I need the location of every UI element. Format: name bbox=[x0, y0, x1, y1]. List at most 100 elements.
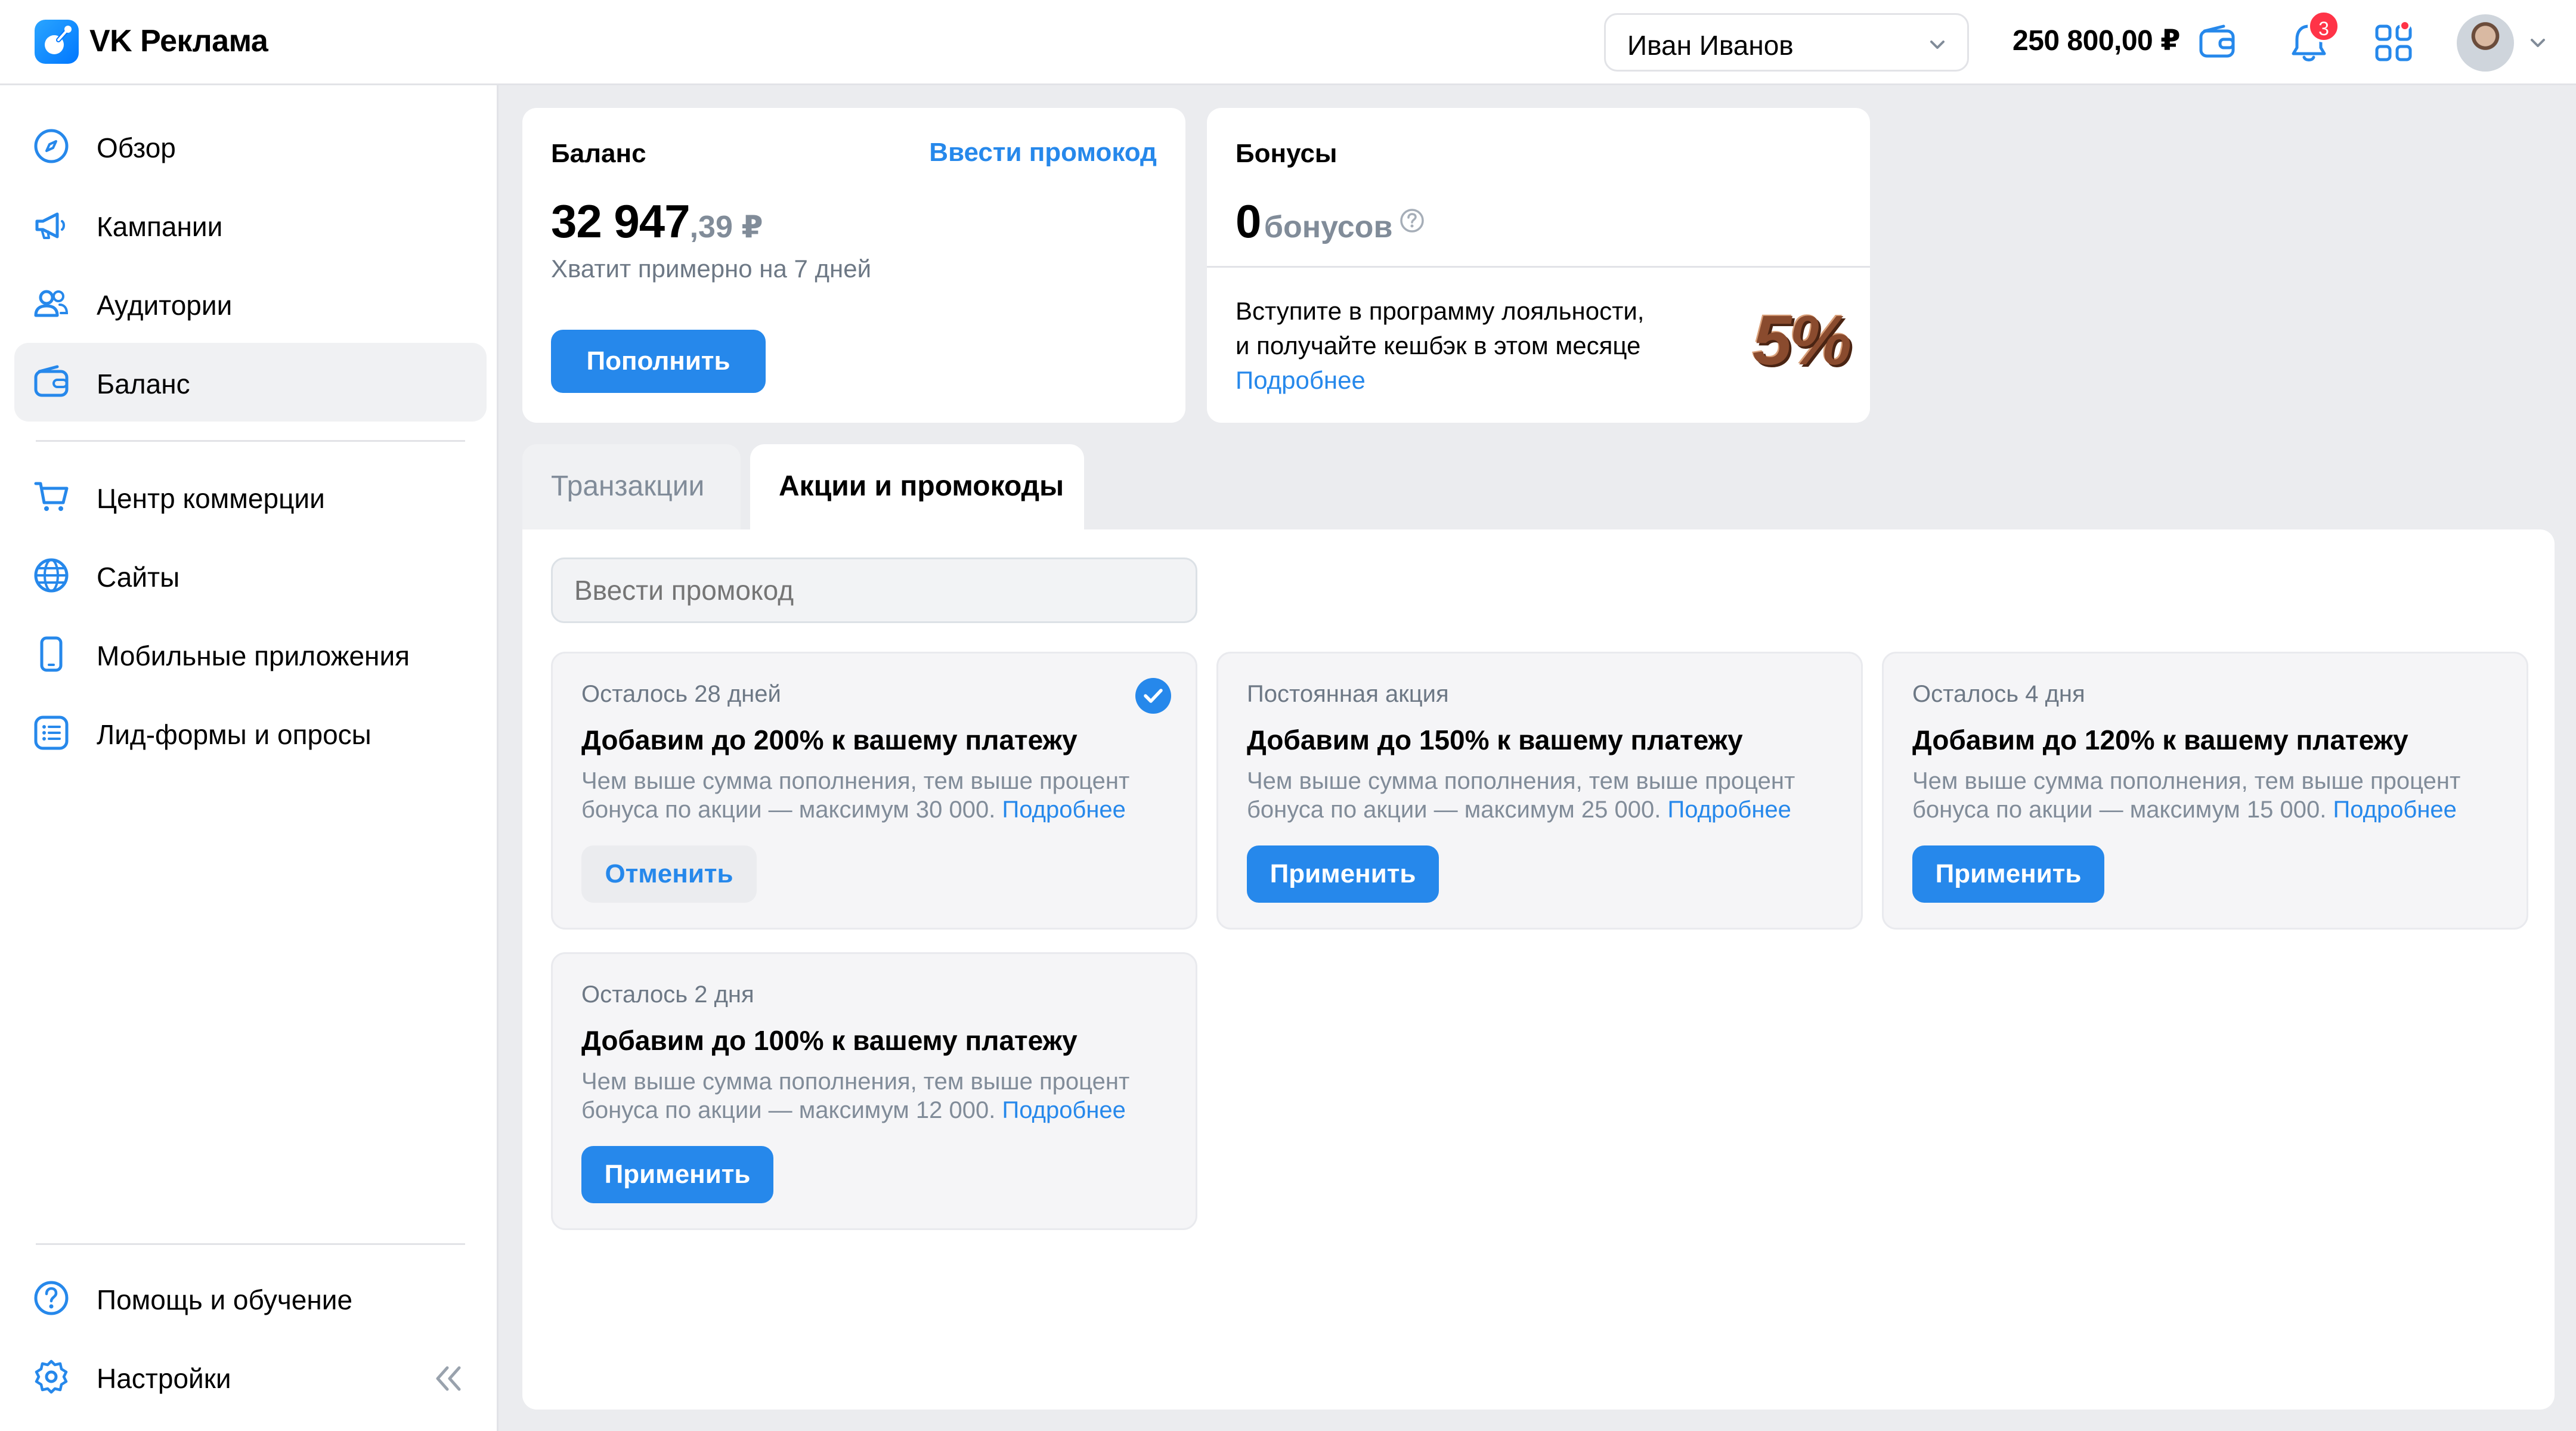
offer-card: Осталось 4 дня Добавим до 120% к вашему … bbox=[1882, 652, 2528, 930]
balance-amount: 32 947,39 ₽ bbox=[551, 194, 763, 249]
sidebar-item-audiences[interactable]: Аудитории bbox=[14, 264, 487, 343]
offer-more-link[interactable]: Подробнее bbox=[1667, 797, 1791, 823]
offer-description-line: бонуса по акции — максимум 15 000. bbox=[1912, 797, 2327, 823]
promotions-panel: Осталось 28 дней Добавим до 200% к вашем… bbox=[522, 529, 2555, 1410]
sidebar-item-label: Настройки bbox=[97, 1363, 231, 1394]
sidebar-item-commerce[interactable]: Центр коммерции bbox=[14, 457, 487, 536]
sidebar-item-label: Обзор bbox=[97, 132, 176, 163]
offer-card: Осталось 28 дней Добавим до 200% к вашем… bbox=[551, 652, 1197, 930]
offer-more-link[interactable]: Подробнее bbox=[1002, 1097, 1125, 1123]
bonus-amount-unit: бонусов bbox=[1264, 210, 1393, 244]
apply-offer-button[interactable]: Применить bbox=[1912, 845, 2104, 903]
tab-label: Транзакции bbox=[551, 470, 705, 502]
offer-title: Добавим до 150% к вашему платежу bbox=[1247, 724, 1743, 755]
megaphone-icon bbox=[35, 212, 65, 239]
offer-description: Чем выше сумма пополнения, тем выше проц… bbox=[1912, 767, 2509, 824]
offer-meta: Осталось 4 дня bbox=[1912, 681, 2085, 707]
offer-title: Добавим до 200% к вашему платежу bbox=[581, 724, 1078, 755]
header-balance[interactable]: 250 800,00 ₽ bbox=[2012, 24, 2180, 57]
offer-description-line: Чем выше сумма пополнения, тем выше проц… bbox=[581, 1068, 1130, 1095]
list-icon bbox=[34, 715, 69, 750]
offer-description: Чем выше сумма пополнения, тем выше проц… bbox=[1247, 767, 1843, 824]
bonus-card: Бонусы 0 бонусов Вступите в программу ло… bbox=[1207, 108, 1870, 423]
offer-card: Осталось 2 дня Добавим до 100% к вашему … bbox=[551, 952, 1197, 1230]
users-icon bbox=[34, 290, 69, 317]
sidebar-item-label: Кампании bbox=[97, 211, 223, 242]
sidebar-item-label: Мобильные приложения bbox=[97, 640, 410, 671]
balance-amount-fraction: ,39 ₽ bbox=[689, 210, 763, 244]
chevron-down-icon[interactable] bbox=[2526, 31, 2550, 55]
sidebar-item-campaigns[interactable]: Кампании bbox=[14, 185, 487, 264]
wallet-icon[interactable] bbox=[2197, 23, 2237, 62]
balance-title: Баланс bbox=[551, 139, 646, 168]
offer-description-line: Чем выше сумма пополнения, тем выше проц… bbox=[1912, 768, 2461, 794]
sidebar-item-label: Помощь и обучение bbox=[97, 1284, 353, 1315]
sidebar-item-label: Баланс bbox=[97, 368, 190, 399]
offer-more-link[interactable]: Подробнее bbox=[1002, 797, 1125, 823]
balance-hint: Хватит примерно на 7 дней bbox=[551, 255, 872, 283]
sidebar-item-settings[interactable]: Настройки bbox=[14, 1337, 487, 1416]
bonus-title: Бонусы bbox=[1236, 139, 1337, 168]
tab-label: Акции и промокоды bbox=[779, 470, 1064, 502]
promo-code-input[interactable] bbox=[551, 557, 1197, 623]
chevron-down-icon bbox=[1930, 41, 1945, 49]
account-name: Иван Иванов bbox=[1627, 30, 1794, 61]
offer-more-link[interactable]: Подробнее bbox=[2333, 797, 2456, 823]
offer-description: Чем выше сумма пополнения, тем выше проц… bbox=[581, 767, 1178, 824]
bonus-amount-value: 0 bbox=[1236, 195, 1262, 247]
notification-badge: 3 bbox=[2308, 10, 2340, 42]
tab-promotions[interactable]: Акции и промокоды bbox=[750, 444, 1084, 529]
loyalty-more-link[interactable]: Подробнее bbox=[1236, 363, 1644, 398]
brand-name: VK Реклама bbox=[89, 24, 268, 58]
account-select[interactable]: Иван Иванов bbox=[1604, 13, 1969, 72]
bonus-divider bbox=[1207, 266, 1870, 268]
vk-ads-logo-icon[interactable] bbox=[35, 20, 79, 64]
tab-transactions[interactable]: Транзакции bbox=[522, 444, 741, 529]
top-header: VK Реклама Иван Иванов 250 800,00 ₽ 3 bbox=[0, 0, 2576, 85]
sidebar-item-overview[interactable]: Обзор bbox=[14, 107, 487, 185]
balance-amount-main: 32 947 bbox=[551, 195, 691, 247]
sidebar-item-lead-forms[interactable]: Лид-формы и опросы bbox=[14, 693, 487, 772]
offer-meta: Осталось 2 дня bbox=[581, 981, 754, 1008]
sidebar-item-label: Аудитории bbox=[97, 290, 233, 321]
user-avatar[interactable] bbox=[2457, 14, 2514, 72]
sidebar-item-label: Лид-формы и опросы bbox=[97, 719, 371, 750]
sidebar: Обзор Кампании Аудитории Баланс Центр ко… bbox=[0, 85, 499, 1431]
offer-meta: Осталось 28 дней bbox=[581, 681, 781, 707]
apply-offer-button[interactable]: Применить bbox=[581, 1146, 773, 1203]
offer-description-line: бонуса по акции — максимум 12 000. bbox=[581, 1097, 996, 1123]
offer-description-line: Чем выше сумма пополнения, тем выше проц… bbox=[1247, 768, 1795, 794]
gear-icon bbox=[35, 1359, 68, 1394]
offer-card: Постоянная акция Добавим до 150% к вашем… bbox=[1216, 652, 1863, 930]
cancel-offer-button[interactable]: Отменить bbox=[581, 845, 757, 903]
bonus-amount: 0 бонусов bbox=[1236, 194, 1425, 249]
offer-title: Добавим до 100% к вашему платежу bbox=[581, 1025, 1078, 1056]
apps-indicator-dot bbox=[2399, 20, 2410, 31]
help-icon bbox=[34, 1281, 69, 1315]
loyalty-text-line: и получайте кешбэк в этом месяце bbox=[1236, 332, 1641, 360]
sidebar-item-help[interactable]: Помощь и обучение bbox=[14, 1259, 487, 1337]
sidebar-item-sites[interactable]: Сайты bbox=[14, 536, 487, 615]
sidebar-item-mobile-apps[interactable]: Мобильные приложения bbox=[14, 615, 487, 693]
info-icon[interactable] bbox=[1399, 207, 1425, 234]
topup-button[interactable]: Пополнить bbox=[551, 330, 766, 393]
sidebar-item-balance[interactable]: Баланс bbox=[14, 343, 487, 422]
sidebar-divider bbox=[36, 440, 465, 442]
offer-title: Добавим до 120% к вашему платежу bbox=[1912, 724, 2408, 755]
collapse-sidebar-icon[interactable] bbox=[429, 1361, 465, 1396]
sidebar-item-label: Сайты bbox=[97, 562, 180, 593]
offer-description: Чем выше сумма пополнения, тем выше проц… bbox=[581, 1067, 1178, 1125]
offer-description-line: бонуса по акции — максимум 30 000. bbox=[581, 797, 996, 823]
offer-description-line: бонуса по акции — максимум 25 000. bbox=[1247, 797, 1661, 823]
check-circle-icon bbox=[1135, 678, 1171, 714]
apply-offer-button[interactable]: Применить bbox=[1247, 845, 1439, 903]
phone-icon bbox=[40, 636, 63, 672]
cart-icon bbox=[34, 482, 69, 511]
enter-promo-link[interactable]: Ввести промокод bbox=[929, 138, 1157, 168]
cashback-percent-badge: 5% bbox=[1753, 301, 1852, 380]
compass-icon bbox=[34, 129, 69, 163]
loyalty-text-line: Вступите в программу лояльности, bbox=[1236, 297, 1645, 325]
offer-meta: Постоянная акция bbox=[1247, 681, 1449, 707]
balance-card: Баланс Ввести промокод 32 947,39 ₽ Хвати… bbox=[522, 108, 1185, 423]
loyalty-text: Вступите в программу лояльности, и получ… bbox=[1236, 294, 1644, 398]
